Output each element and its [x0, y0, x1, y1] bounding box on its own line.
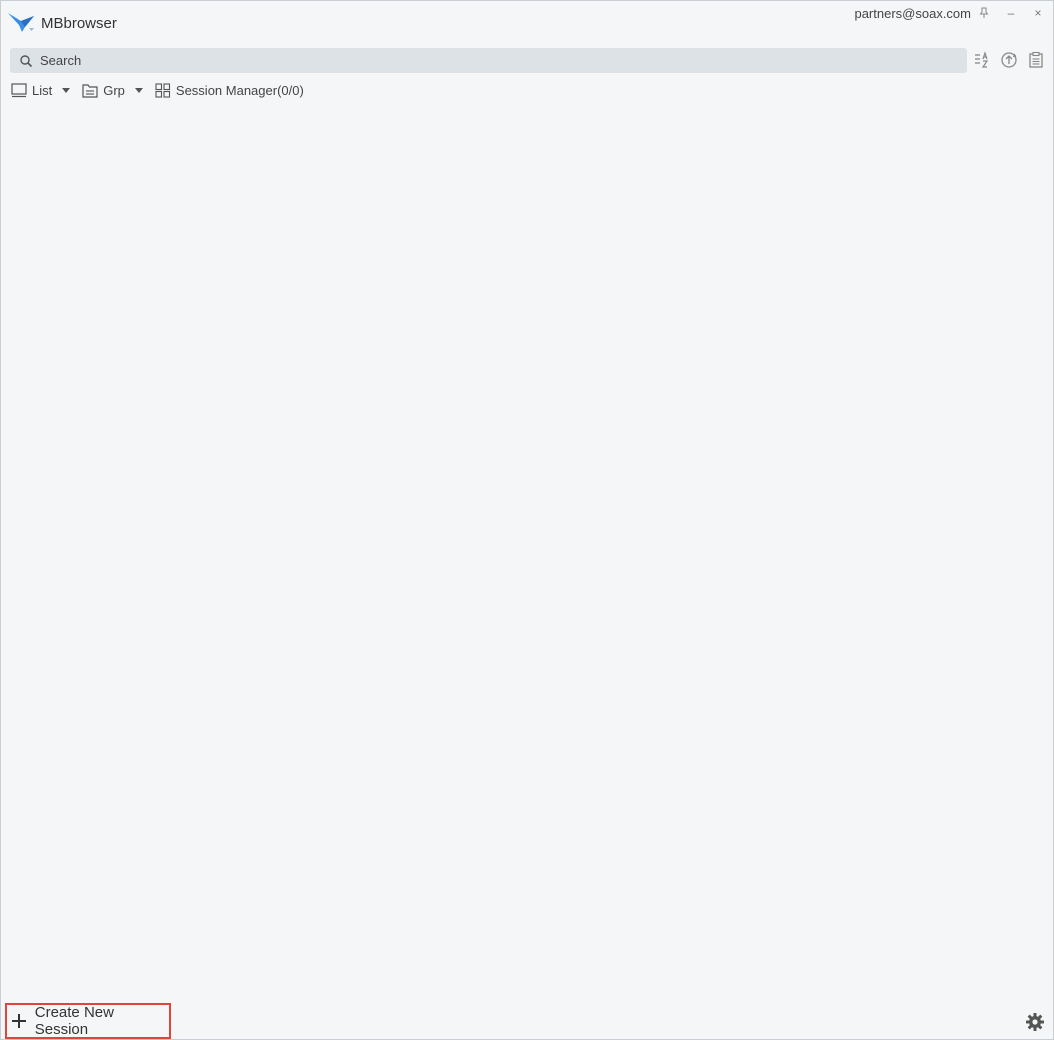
pin-button[interactable]	[975, 5, 993, 21]
bird-logo-icon	[8, 13, 34, 32]
folder-icon	[82, 83, 98, 98]
create-new-session-label: Create New Session	[34, 1004, 114, 1038]
search-input[interactable]	[40, 48, 940, 73]
clipboard-icon	[1029, 51, 1043, 68]
list-view-label: List	[32, 82, 53, 98]
app-window: MBbrowser partners@soax.com – × Search L…	[0, 0, 1054, 1040]
chevron-down-icon	[134, 87, 143, 93]
group-dropdown[interactable]: Grp	[82, 83, 143, 98]
plus-icon	[12, 1014, 26, 1028]
settings-button[interactable]	[1025, 1012, 1045, 1032]
create-new-session-button[interactable]: Create New Session	[5, 1003, 171, 1039]
sync-icon	[1001, 52, 1017, 68]
gear-icon	[1026, 1013, 1044, 1031]
search-icon	[20, 55, 33, 68]
group-label: Grp	[103, 82, 125, 98]
chevron-down-icon	[62, 87, 71, 93]
minimize-button[interactable]: –	[1002, 5, 1020, 21]
sync-button[interactable]	[999, 50, 1019, 70]
app-title: MBbrowser	[41, 15, 117, 32]
session-manager-button[interactable]: Session Manager(0/0)	[155, 83, 304, 98]
title-bar: MBbrowser partners@soax.com – ×	[1, 1, 1053, 45]
sort-az-icon	[975, 51, 989, 68]
list-view-dropdown[interactable]: List	[11, 82, 71, 98]
monitor-icon	[11, 82, 27, 97]
pin-icon	[979, 7, 989, 18]
view-toolbar: List Grp Session Manager(0/0)	[11, 80, 316, 100]
sort-button[interactable]	[972, 50, 992, 70]
search-bar[interactable]	[10, 48, 967, 73]
account-email[interactable]: partners@soax.com	[854, 6, 971, 21]
session-manager-label: Session Manager(0/0)	[175, 82, 304, 98]
clipboard-button[interactable]	[1026, 50, 1046, 70]
grid-icon	[155, 82, 170, 98]
close-button[interactable]: ×	[1029, 5, 1047, 21]
